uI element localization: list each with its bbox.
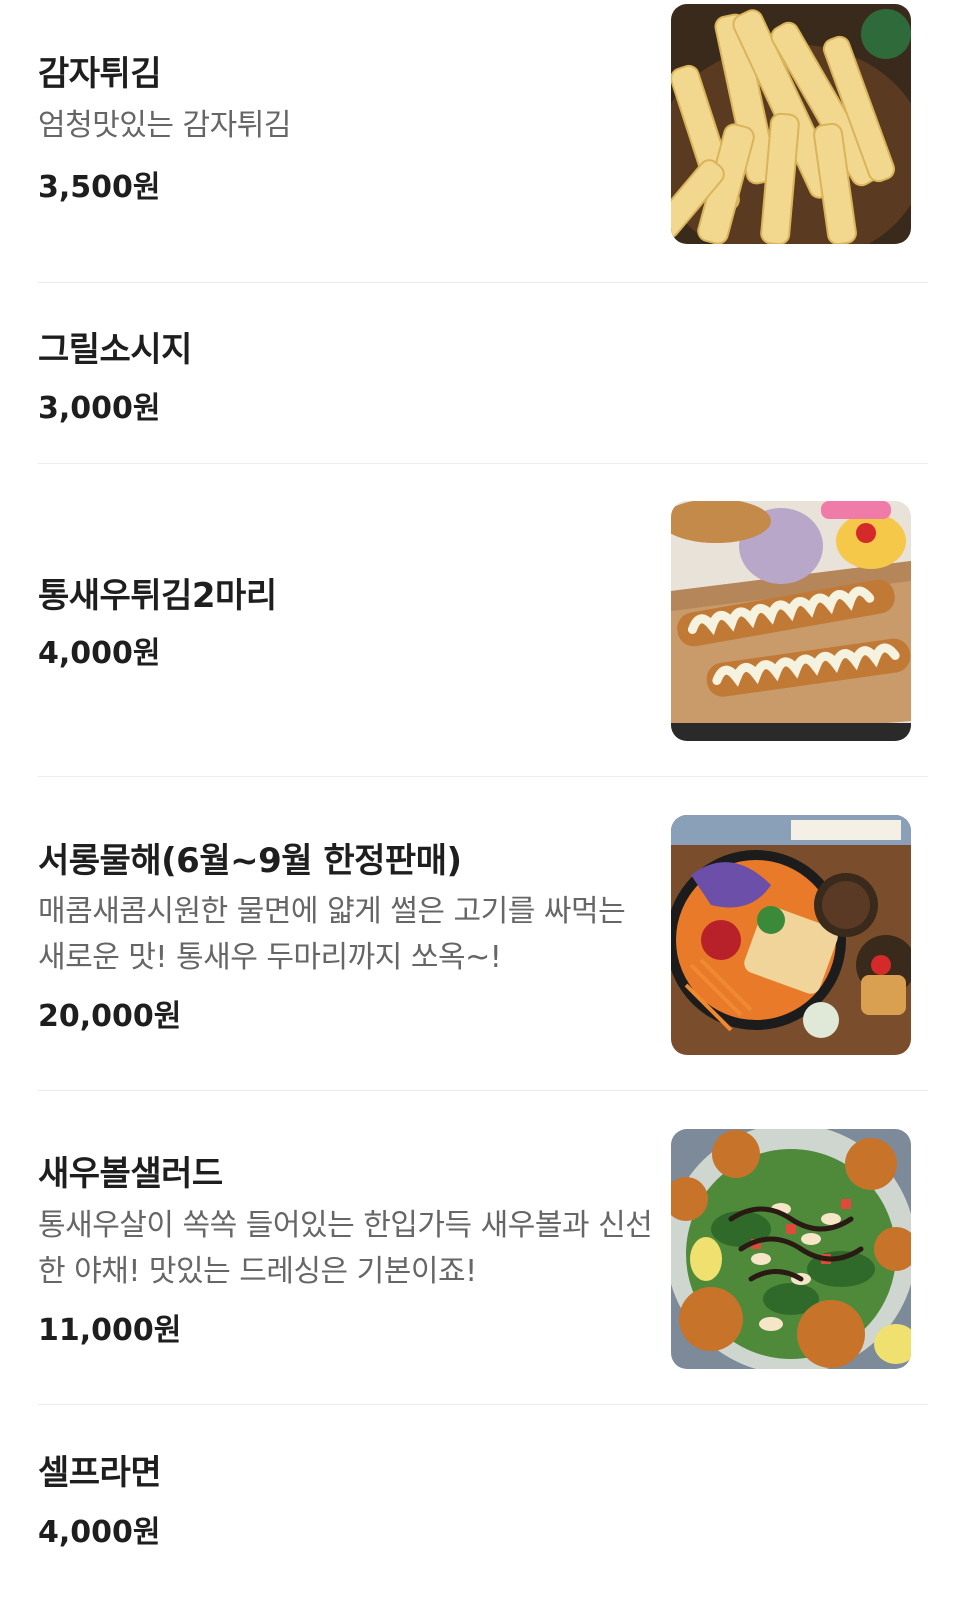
menu-item-price: 3,500원 [38,170,161,205]
menu-item[interactable]: 셀프라면 4,000원 [38,1405,928,1605]
menu-list: 감자튀김 엄청맛있는 감자튀김 3,500원 그릴소시지 3,000원 통새우튀… [0,0,966,1605]
menu-item-name: 셀프라면 [38,1453,162,1493]
menu-item-description: 엄청맛있는 감자튀김 [38,108,291,143]
cold-noodle-set-photo [671,815,911,1055]
menu-item-description: 통새우살이 쏙쏙 들어있는 한입가득 새우볼과 신선한 야채! 맛있는 드레싱은… [38,1208,653,1289]
fried-shrimp-photo [671,501,911,741]
menu-item-price: 3,000원 [38,391,161,426]
menu-item-price: 4,000원 [38,1515,161,1550]
menu-item-price: 20,000원 [38,999,182,1034]
menu-item-price: 11,000원 [38,1313,182,1348]
menu-item[interactable]: 새우볼샐러드 통새우살이 쏙쏙 들어있는 한입가득 새우볼과 신선한 야채! 맛… [38,1091,928,1405]
menu-item-name: 감자튀김 [38,54,162,94]
menu-item[interactable]: 감자튀김 엄청맛있는 감자튀김 3,500원 [38,0,928,283]
menu-item[interactable]: 그릴소시지 3,000원 [38,283,928,464]
menu-item-price: 4,000원 [38,636,161,671]
menu-item-name: 새우볼샐러드 [38,1154,223,1194]
menu-item-description: 매콤새콤시원한 물면에 얇게 썰은 고기를 싸먹는 새로운 맛! 통새우 두마리… [38,894,626,975]
menu-item-name: 통새우튀김2마리 [38,576,277,616]
menu-item-name: 그릴소시지 [38,330,192,370]
shrimp-ball-salad-photo [671,1129,911,1369]
menu-item[interactable]: 통새우튀김2마리 4,000원 [38,464,928,777]
menu-item[interactable]: 서롱물해(6월~9월 한정판매) 매콤새콤시원한 물면에 얇게 썰은 고기를 싸… [38,777,928,1091]
french-fries-photo [671,4,911,244]
menu-item-name: 서롱물해(6월~9월 한정판매) [38,841,462,881]
